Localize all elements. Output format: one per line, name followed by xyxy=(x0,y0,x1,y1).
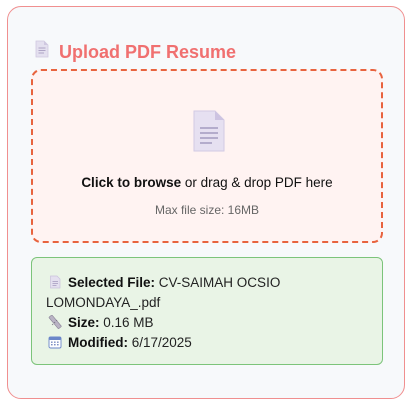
max-size-note: Max file size: 16MB xyxy=(154,203,260,217)
modified-label: Modified: xyxy=(68,335,128,350)
page-title: Upload PDF Resume xyxy=(59,41,237,62)
ruler-icon xyxy=(48,314,62,329)
selected-file-line: Selected File: CV-SAIMAH OCSIO xyxy=(48,274,280,292)
dropzone-instruction: Click to browse or drag & drop PDF here xyxy=(33,175,381,190)
document-icon xyxy=(35,40,49,63)
dropzone-instruction-rest: or drag & drop PDF here xyxy=(181,175,333,190)
browse-link[interactable]: Click to browse xyxy=(81,175,181,190)
upload-card: Upload PDF Resume Click to browse or dra… xyxy=(7,6,405,399)
selected-file-panel: Selected File: CV-SAIMAH OCSIO LOMONDAYA… xyxy=(31,257,383,365)
modified-value: 6/17/2025 xyxy=(128,335,192,350)
document-icon xyxy=(192,109,226,158)
selected-file-name: CV-SAIMAH OCSIO xyxy=(155,275,281,290)
size-label: Size: xyxy=(68,315,100,330)
selected-file-label: Selected File: xyxy=(68,275,156,290)
selected-file-name-cont: LOMONDAYA_.pdf xyxy=(46,295,161,310)
calendar-icon xyxy=(48,335,62,349)
upload-header: Upload PDF Resume xyxy=(35,40,236,63)
modified-line: Modified: 6/17/2025 xyxy=(48,334,192,352)
file-size-line: Size: 0.16 MB xyxy=(48,314,154,332)
size-value: 0.16 MB xyxy=(99,315,154,330)
pdf-dropzone[interactable]: Click to browse or drag & drop PDF here … xyxy=(31,69,383,243)
document-icon xyxy=(48,275,62,289)
